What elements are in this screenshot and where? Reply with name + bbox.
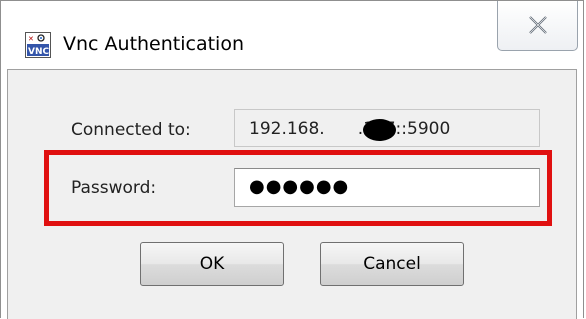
connected-to-value-prefix: 192.168.: [249, 119, 325, 139]
vnc-icon: ✕ VNC: [25, 32, 51, 58]
connected-to-field: 192.168. .167::5900: [234, 109, 540, 147]
svg-text:VNC: VNC: [28, 47, 49, 57]
svg-text:✕: ✕: [28, 35, 34, 43]
redaction-blot: [363, 119, 396, 141]
close-button[interactable]: [497, 1, 578, 51]
cancel-button[interactable]: Cancel: [320, 242, 464, 286]
window-title: Vnc Authentication: [63, 33, 245, 55]
vnc-authentication-dialog: ✕ VNC Vnc Authentication Connected to: 1…: [0, 0, 584, 319]
ok-button[interactable]: OK: [140, 242, 284, 286]
password-highlight-box: [44, 150, 552, 226]
dialog-content: Connected to: 192.168. .167::5900 Passwor…: [7, 69, 577, 319]
title-bar[interactable]: ✕ VNC Vnc Authentication: [1, 1, 583, 69]
connected-to-label: Connected to:: [71, 120, 191, 140]
connected-to-value: 192.168. .167::5900: [249, 118, 450, 140]
close-icon: [529, 16, 547, 34]
